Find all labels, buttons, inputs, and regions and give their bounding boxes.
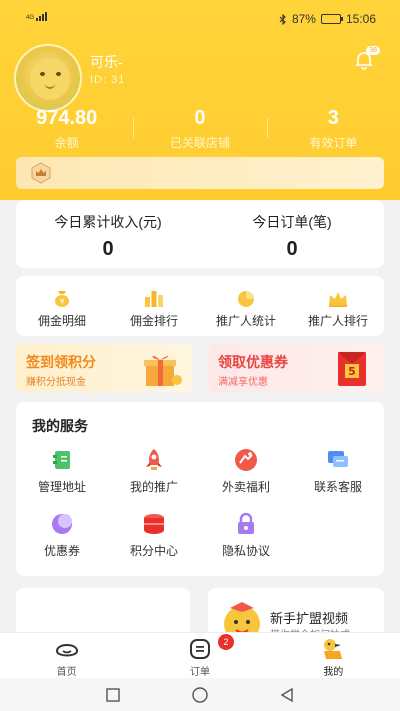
- video-card-title: 新手扩盟视频: [270, 611, 349, 626]
- gift-box-icon: [144, 355, 182, 386]
- today-orders: 今日订单(笔) 0: [252, 214, 332, 260]
- chat-icon: [328, 451, 348, 467]
- menu-commission-rank[interactable]: 佣金排行: [108, 276, 200, 336]
- coupon-moon-icon: [52, 514, 72, 534]
- system-navigation-bar: [0, 678, 400, 711]
- profile-duck-icon: [324, 639, 343, 659]
- signal-indicator: 4G: [26, 12, 48, 21]
- money-bag-icon: ¥: [55, 291, 69, 307]
- menu-commission-detail[interactable]: ¥ 佣金明细: [16, 276, 108, 336]
- stat-balance[interactable]: 974.80 余额: [0, 104, 133, 151]
- clock: 15:06: [345, 12, 376, 26]
- tab-orders[interactable]: 订单: [133, 633, 266, 678]
- today-income: 今日累计收入(元) 0: [54, 214, 162, 260]
- tab-home[interactable]: 首页: [0, 633, 133, 678]
- my-services-card: 我的服务 管理地址 我的推广 外卖福利 联系客服 优惠券 积分中心 隐私协议: [16, 402, 384, 576]
- stats-row: 974.80 余额 0 已关联店铺 3 有效订单: [0, 104, 400, 151]
- network-type: 4G: [26, 15, 35, 21]
- claim-coupon-card[interactable]: 领取优惠券 满减享优惠 5: [208, 344, 384, 392]
- service-privacy-policy[interactable]: 隐私协议: [200, 510, 292, 574]
- rocket-icon: [146, 449, 162, 470]
- recent-apps-icon[interactable]: [106, 687, 120, 702]
- pie-chart-icon: [238, 291, 254, 307]
- delivery-icon: [235, 449, 257, 471]
- coins-stack-icon: [144, 514, 164, 534]
- menu-promoter-rank[interactable]: 推广人排行: [292, 276, 384, 336]
- user-id: ID: 31: [90, 74, 126, 86]
- red-envelope-icon: 5: [338, 352, 366, 386]
- stat-valid-orders[interactable]: 3 有效订单: [266, 104, 400, 151]
- svg-text:¥: ¥: [59, 297, 64, 306]
- service-contact-support[interactable]: 联系客服: [292, 446, 384, 510]
- user-name: 可乐-: [90, 54, 123, 70]
- vip-banner[interactable]: [16, 157, 384, 189]
- rank-bars-icon: [145, 291, 163, 307]
- service-coupons[interactable]: 优惠券: [16, 510, 108, 574]
- service-manage-address[interactable]: 管理地址: [16, 446, 108, 510]
- commission-menu: ¥ 佣金明细 佣金排行 推广人统计 推广人排行: [16, 276, 384, 336]
- back-button-icon[interactable]: [280, 687, 294, 703]
- notification-badge: 38: [366, 46, 380, 55]
- bluetooth-icon: [279, 13, 286, 25]
- crown-badge-icon: [31, 162, 51, 184]
- signin-points-card[interactable]: 签到领积分 赚积分抵现金: [16, 344, 192, 392]
- battery-icon: [320, 14, 343, 24]
- home-button-icon[interactable]: [192, 686, 208, 703]
- home-face-icon: [55, 644, 78, 657]
- service-my-promotion[interactable]: 我的推广: [108, 446, 200, 510]
- lock-icon: [238, 512, 254, 534]
- service-points-center[interactable]: 积分中心: [108, 510, 200, 574]
- bottom-tab-bar: 首页 订单 我的: [0, 632, 400, 678]
- status-bar: 4G 87% 15:06: [0, 0, 400, 38]
- services-title: 我的服务: [32, 418, 88, 434]
- order-icon: [189, 639, 210, 659]
- envelope-badge: 5: [348, 365, 356, 378]
- today-summary-card: 今日累计收入(元) 0 今日订单(笔) 0: [16, 200, 384, 268]
- stat-linked-stores[interactable]: 0 已关联店铺: [133, 104, 266, 151]
- avatar[interactable]: [14, 44, 82, 112]
- service-delivery-welfare[interactable]: 外卖福利: [200, 446, 292, 510]
- crown-icon: [329, 292, 347, 307]
- address-icon: [53, 451, 70, 469]
- battery-percent: 87%: [291, 12, 316, 26]
- tab-profile[interactable]: 我的: [267, 633, 400, 678]
- menu-promoter-stats[interactable]: 推广人统计: [200, 276, 292, 336]
- profile-tab-badge: 2: [218, 634, 234, 650]
